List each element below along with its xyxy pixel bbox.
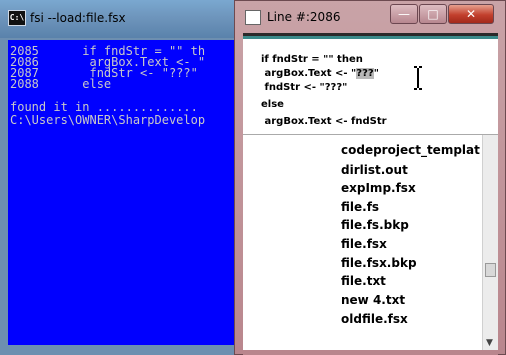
code-view-top-border (243, 36, 498, 39)
file-list-item[interactable]: file.fs.bkp (341, 218, 409, 232)
code-view[interactable]: if fndStr = "" then argBox.Text <- "???"… (243, 33, 498, 136)
file-list-item[interactable]: expImp.fsx (341, 181, 416, 195)
console-icon: C:\ (8, 10, 26, 26)
console-line: 2088 else (10, 77, 112, 91)
line-window: Line #:2086 — □ ✕ if fndStr = "" then ar… (234, 0, 506, 355)
file-list[interactable]: codeproject_templat dirlist.out expImp.f… (243, 134, 498, 351)
code-line: fndStr <- "???" (261, 82, 348, 93)
console-output[interactable]: 2085 if fndStr = "" th 2086 argBox.Text … (8, 40, 238, 345)
file-list-item[interactable]: codeproject_templat (341, 143, 480, 157)
scroll-down-arrow-icon[interactable]: ▼ (486, 338, 493, 348)
file-list-item[interactable]: file.fs (341, 200, 379, 214)
scrollbar-thumb[interactable] (485, 263, 496, 277)
text-cursor-icon (414, 66, 422, 90)
code-line-highlighted: argBox.Text <- "???" (261, 68, 379, 80)
file-list-item[interactable]: file.fsx (341, 237, 387, 251)
code-line: else (261, 99, 284, 110)
window-icon (245, 10, 261, 25)
file-list-item[interactable]: oldfile.fsx (341, 312, 408, 326)
code-line: argBox.Text <- fndStr (261, 116, 387, 127)
window-bottom-border (243, 350, 498, 355)
file-list-item[interactable]: dirlist.out (341, 163, 408, 177)
code-line: if fndStr = "" then (261, 54, 363, 65)
file-list-item[interactable]: file.txt (341, 274, 386, 288)
code-line-text: argBox.Text <- " (261, 68, 357, 79)
search-highlight[interactable]: ??? (356, 68, 374, 79)
maximize-button[interactable]: □ (419, 4, 447, 24)
console-line: found it in .............. (10, 100, 198, 114)
file-list-scrollbar[interactable]: ▼ (482, 135, 498, 351)
console-title: fsi --load:file.fsx (30, 11, 126, 25)
line-window-title: Line #:2086 (267, 10, 341, 24)
console-line: C:\Users\OWNER\SharpDevelop (10, 113, 206, 127)
close-button[interactable]: ✕ (448, 4, 494, 24)
file-list-item[interactable]: new 4.txt (341, 293, 405, 307)
code-line-text: " (373, 68, 379, 79)
minimize-button[interactable]: — (390, 4, 418, 24)
file-list-item[interactable]: file.fsx.bkp (341, 256, 417, 270)
